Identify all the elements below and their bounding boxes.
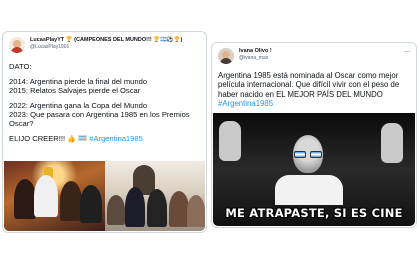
text-line: 2015: Relatos Salvajes pierde el Oscar xyxy=(9,86,141,95)
argentina-flag-icon xyxy=(78,135,88,141)
tweet-card-left[interactable]: LucasPlayYT 🏆 (CAMPEONES DEL MUNDO!!! 🏆🇦… xyxy=(2,31,207,233)
photo-world-cup[interactable] xyxy=(4,161,105,231)
tweet-header: Ivana Olivo ! @ivana_max ··· xyxy=(218,48,410,68)
display-name[interactable]: LucasPlayYT 🏆 (CAMPEONES DEL MUNDO!!! 🏆🇦… xyxy=(30,37,190,44)
user-avatar[interactable] xyxy=(218,48,234,64)
text-line: ELIJO CREER!!! 👍 #Argentina1985 xyxy=(9,134,200,144)
meme-caption: ME ATRAPASTE, SI ES CINE xyxy=(225,206,403,220)
user-handle[interactable]: @ivana_max xyxy=(239,55,400,62)
more-horizontal-icon[interactable]: ··· xyxy=(404,48,411,56)
hashtag-link[interactable]: #Argentina1985 xyxy=(218,99,273,108)
tweet-text: DATO: 2014: Argentina pierde la final de… xyxy=(9,62,200,144)
tweet-card-right[interactable]: Ivana Olivo ! @ivana_max ··· Argentina 1… xyxy=(211,42,417,228)
tweet-text: Argentina 1985 está nominada al Oscar co… xyxy=(218,71,410,109)
display-name[interactable]: Ivana Olivo ! xyxy=(239,48,400,55)
thumbs-up-icon: 👍 xyxy=(67,136,76,143)
tweet-media-meme[interactable]: ME ATRAPASTE, SI ES CINE xyxy=(213,113,415,226)
user-handle[interactable]: @LucasPlay1901 xyxy=(30,44,190,51)
flag-glasses-icon xyxy=(293,151,323,158)
text-line: 2022: Argentina gana la Copa del Mundo xyxy=(9,101,148,110)
text-line: DATO: xyxy=(9,62,32,71)
text-line: 2014: Argentina pierde la final del mund… xyxy=(9,77,148,86)
text-fragment: Argentina 1985 está nominada al Oscar co… xyxy=(218,71,400,99)
left-hand-shape xyxy=(219,121,241,161)
text-fragment: ELIJO CREER!!! xyxy=(9,134,68,143)
user-names: Ivana Olivo ! @ivana_max xyxy=(239,48,400,62)
photo-oscars[interactable] xyxy=(104,161,205,231)
user-names: LucasPlayYT 🏆 (CAMPEONES DEL MUNDO!!! 🏆🇦… xyxy=(30,37,190,51)
user-avatar[interactable] xyxy=(9,37,25,53)
hashtag-link[interactable]: #Argentina1985 xyxy=(89,134,143,143)
tweet-header: LucasPlayYT 🏆 (CAMPEONES DEL MUNDO!!! 🏆🇦… xyxy=(9,37,200,57)
text-line: 2023: Que pasara con Argentina 1985 en l… xyxy=(9,110,190,128)
right-hand-shape xyxy=(381,123,403,163)
shirt-shape xyxy=(275,175,343,205)
tweet-media[interactable] xyxy=(4,161,205,231)
